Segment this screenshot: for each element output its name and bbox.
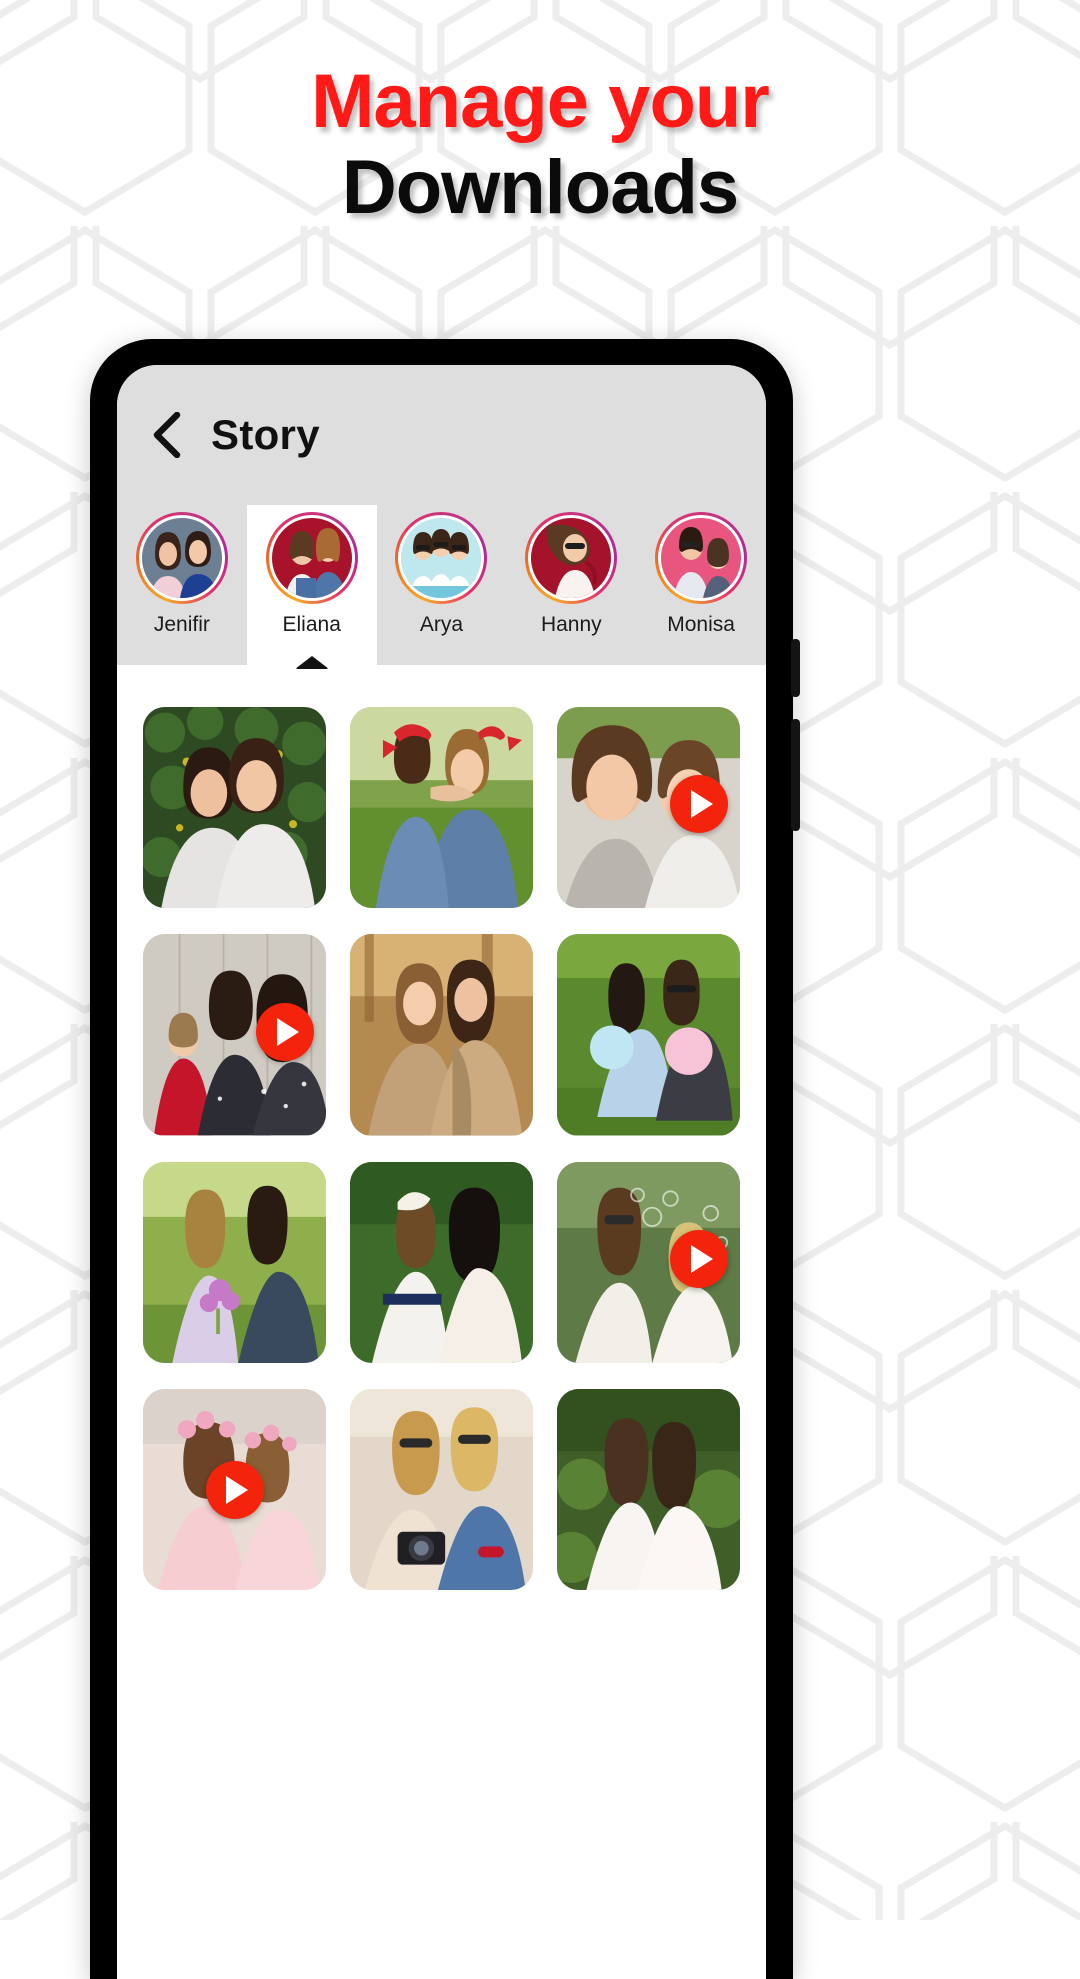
app-topbar: Story <box>117 365 766 505</box>
grid-item[interactable] <box>350 707 533 909</box>
play-button[interactable] <box>256 1002 314 1061</box>
phone-volume-button[interactable] <box>791 719 800 831</box>
headline-line-1: Manage your <box>311 59 770 144</box>
avatar <box>528 515 615 601</box>
avatar <box>138 515 225 601</box>
grid-item[interactable] <box>143 1388 326 1591</box>
grid-item[interactable] <box>350 934 533 1136</box>
media-grid <box>117 665 766 1591</box>
story-ring <box>655 512 748 604</box>
play-triangle-icon <box>226 1475 248 1504</box>
avatar <box>268 515 355 601</box>
page-title: Story <box>211 411 320 458</box>
avatar <box>398 515 485 601</box>
grid-item[interactable] <box>557 707 740 909</box>
story-name: Jenifir <box>153 613 210 636</box>
app-header: Story Jenifir Eliana Arya Hanny Monisa <box>117 365 766 672</box>
grid-item[interactable] <box>143 707 326 909</box>
phone-power-button[interactable] <box>791 639 800 697</box>
story-item-monisa[interactable]: Monisa <box>636 505 766 672</box>
phone-mockup: Story Jenifir Eliana Arya Hanny Monisa <box>90 339 800 1979</box>
back-chevron-icon[interactable] <box>149 412 185 458</box>
story-item-arya[interactable]: Arya <box>377 505 507 672</box>
grid-item[interactable] <box>557 1388 740 1591</box>
grid-item[interactable] <box>143 934 326 1136</box>
grid-item[interactable] <box>557 934 740 1136</box>
story-avatar-strip: Jenifir Eliana Arya Hanny Monisa <box>117 505 766 672</box>
story-item-eliana[interactable]: Eliana <box>246 505 377 672</box>
story-item-jenifir[interactable]: Jenifir <box>117 505 247 672</box>
story-name: Eliana <box>282 613 341 636</box>
grid-item[interactable] <box>350 1161 533 1363</box>
play-button[interactable] <box>670 1230 728 1289</box>
story-item-hanny[interactable]: Hanny <box>506 505 636 672</box>
play-triangle-icon <box>690 1245 713 1274</box>
play-triangle-icon <box>276 1017 299 1046</box>
play-triangle-icon <box>690 790 713 819</box>
headline-line-2: Downloads <box>341 145 739 230</box>
story-ring <box>395 512 488 604</box>
story-name: Monisa <box>667 613 735 636</box>
story-ring <box>265 512 358 604</box>
page-headline: Manage your Downloads <box>0 60 1080 232</box>
avatar <box>658 515 745 601</box>
phone-screen: Story Jenifir Eliana Arya Hanny Monisa <box>117 365 766 1979</box>
active-story-caret-icon <box>294 656 329 669</box>
story-ring <box>135 512 228 604</box>
story-ring <box>525 512 618 604</box>
grid-item[interactable] <box>143 1161 326 1363</box>
play-button[interactable] <box>205 1460 264 1519</box>
grid-item[interactable] <box>557 1161 740 1363</box>
story-name: Hanny <box>540 613 602 636</box>
grid-item[interactable] <box>350 1388 533 1591</box>
story-name: Arya <box>419 613 464 636</box>
